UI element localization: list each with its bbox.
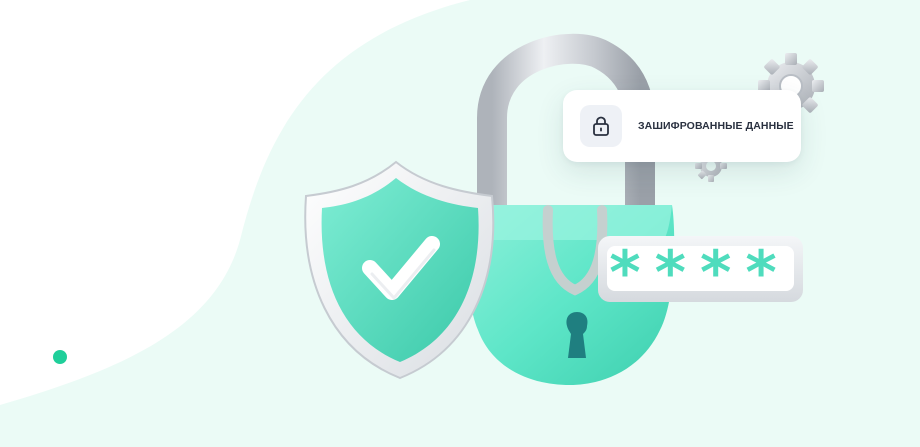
password-mask-text: ****: [609, 238, 791, 308]
illustration-scene: ****: [0, 0, 920, 447]
card-icon-box: [580, 105, 622, 147]
lock-icon: [593, 116, 609, 136]
indicator-dot: [53, 350, 67, 364]
encrypted-data-card: ЗАШИФРОВАННЫЕ ДАННЫЕ: [563, 90, 801, 162]
card-label: ЗАШИФРОВАННЫЕ ДАННЫЕ: [638, 120, 794, 132]
